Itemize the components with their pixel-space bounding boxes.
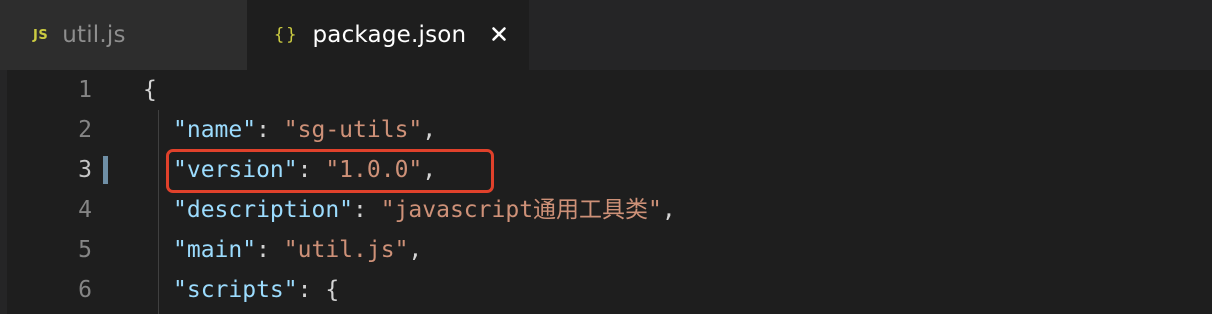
line-number: 4: [78, 197, 92, 223]
json-punctuation: :: [256, 237, 284, 263]
line-number: 6: [78, 277, 92, 303]
version-highlight-box: [166, 149, 494, 193]
json-string: "sg-utils": [283, 117, 423, 143]
json-string: "util.js": [283, 237, 409, 263]
line-number: 1: [78, 77, 92, 103]
json-punctuation: :: [297, 277, 326, 303]
json-punctuation: {: [325, 277, 340, 303]
json-file-icon: {}: [274, 25, 299, 45]
code-line[interactable]: 4 "description": "javascript通用工具类",: [0, 190, 1212, 230]
json-key: "main": [173, 237, 257, 263]
json-punctuation: :: [256, 117, 284, 143]
close-icon[interactable]: [487, 22, 511, 46]
json-punctuation: {: [143, 77, 157, 103]
code-text: {: [143, 70, 157, 110]
json-key: "description": [173, 197, 354, 223]
json-punctuation: ,: [408, 237, 423, 263]
tab-label: util.js: [62, 22, 126, 48]
code-text: "scripts": {: [173, 270, 339, 310]
modified-line-indicator: [103, 156, 108, 184]
line-number: 3: [78, 157, 92, 183]
code-line[interactable]: 6 "scripts": {: [0, 270, 1212, 310]
code-line[interactable]: 2 "name": "sg-utils",: [0, 110, 1212, 150]
tab-bar: JS util.js {} package.json: [0, 0, 1212, 70]
json-punctuation: ,: [422, 117, 437, 143]
tab-util-js[interactable]: JS util.js: [0, 0, 247, 70]
json-key: "scripts": [173, 277, 298, 303]
code-line[interactable]: 5 "main": "util.js",: [0, 230, 1212, 270]
json-key: "name": [173, 117, 257, 143]
code-editor-window: JS util.js {} package.json 1{2 "name": "s…: [0, 0, 1212, 314]
code-text: "description": "javascript通用工具类",: [173, 190, 676, 230]
json-string: "javascript通用工具类": [380, 197, 662, 223]
line-number: 5: [78, 237, 92, 263]
json-punctuation: ,: [661, 197, 676, 223]
code-text: "name": "sg-utils",: [173, 110, 436, 150]
tab-package-json[interactable]: {} package.json: [247, 0, 529, 70]
line-number: 2: [78, 117, 92, 143]
code-line[interactable]: 1{: [0, 70, 1212, 110]
json-punctuation: :: [353, 197, 381, 223]
js-file-icon: JS: [33, 27, 49, 43]
tab-label: package.json: [312, 22, 467, 48]
code-text: "main": "util.js",: [173, 230, 422, 270]
